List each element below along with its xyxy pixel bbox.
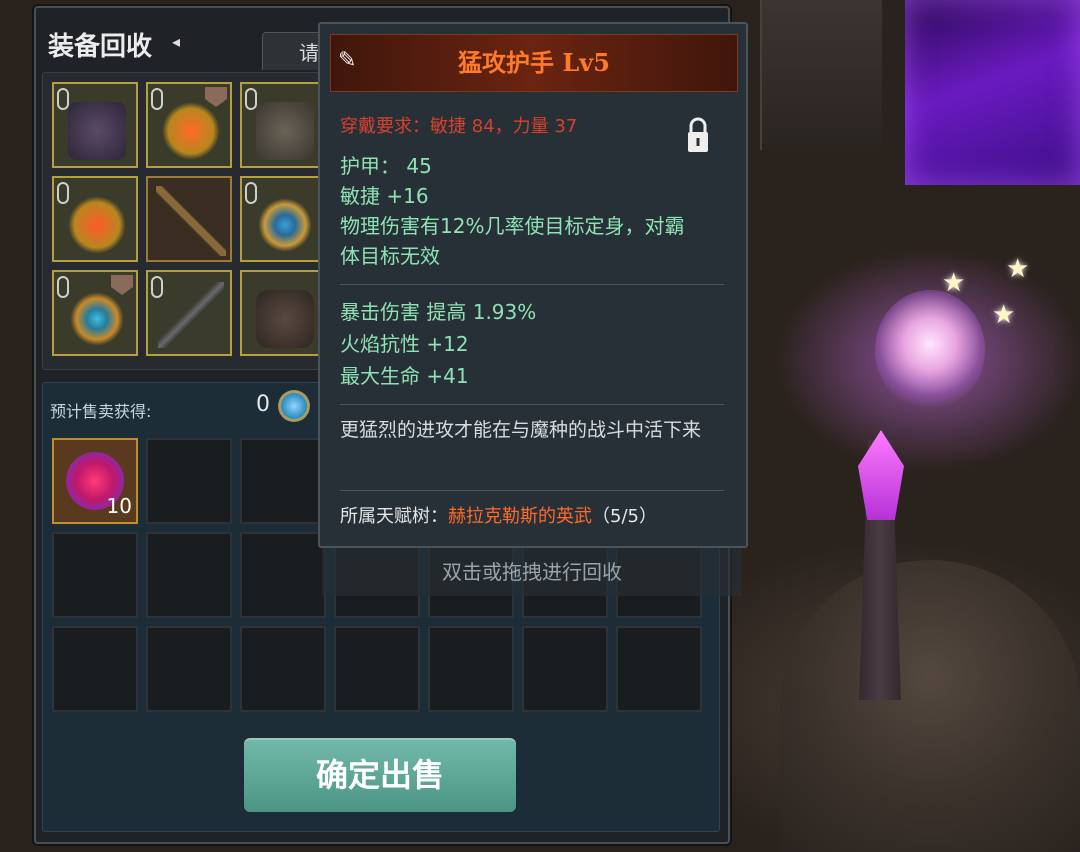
talent-name[interactable]: 赫拉克勒斯的英武: [448, 506, 592, 527]
link-icon: [57, 276, 69, 298]
divider: [340, 490, 724, 491]
star-effect: ★: [942, 268, 966, 298]
arrow-left-icon[interactable]: ◂: [172, 32, 180, 51]
equipment-slot[interactable]: [52, 270, 138, 356]
equipment-slot[interactable]: [146, 82, 232, 168]
stat-line: 物理伤害有12%几率使目标定身，对霸: [340, 214, 685, 238]
equipment-slot[interactable]: [240, 270, 326, 356]
flavor-text: 更猛烈的进攻才能在与魔种的战斗中活下来: [340, 419, 702, 441]
talent-progress: （5/5）: [592, 506, 657, 527]
confirm-sell-button[interactable]: 确定出售: [244, 738, 516, 812]
bonus-stat-line: 暴击伤害 提高 1.93%: [340, 300, 537, 324]
drag-hint: 双击或拖拽进行回收: [322, 548, 742, 596]
link-icon: [245, 88, 257, 110]
divider: [340, 284, 724, 285]
sale-slot[interactable]: [334, 626, 420, 712]
gauntlet-icon: [256, 102, 314, 160]
sale-slot[interactable]: [616, 626, 702, 712]
talent-label: 所属天赋树：: [340, 506, 448, 527]
star-effect: ★: [992, 300, 1016, 330]
altar: [780, 560, 1080, 852]
sale-slot[interactable]: [240, 626, 326, 712]
amulet-icon: [162, 102, 220, 160]
player-character[interactable]: [875, 290, 985, 410]
item-name: 猛攻护手 Lv5: [458, 48, 610, 77]
sale-slot[interactable]: [52, 532, 138, 618]
rank-badge-icon: [111, 275, 133, 295]
ring-icon: [68, 290, 126, 348]
ring-icon: [256, 196, 314, 254]
stone-pillar: [760, 0, 882, 150]
panel-title: 装备回收: [48, 32, 153, 62]
star-effect: ★: [1006, 254, 1030, 284]
sale-slot[interactable]: [146, 438, 232, 524]
equipment-slot[interactable]: [52, 82, 138, 168]
bow-icon: [156, 186, 226, 256]
helmet-icon: [256, 290, 314, 348]
equipment-slot[interactable]: [146, 176, 232, 262]
sale-slot[interactable]: [428, 626, 514, 712]
link-icon: [245, 182, 257, 204]
link-icon: [151, 88, 163, 110]
item-tooltip: [318, 22, 748, 548]
coin-icon: [278, 390, 310, 422]
stat-line: 体目标无效: [340, 244, 440, 268]
sale-slot[interactable]: 10: [52, 438, 138, 524]
requirement-text: 穿戴要求：敏捷 84，力量 37: [340, 116, 578, 137]
bonus-stat-line: 最大生命 +41: [340, 364, 469, 388]
equipment-slot[interactable]: [146, 270, 232, 356]
sale-slot[interactable]: [522, 626, 608, 712]
link-icon: [57, 88, 69, 110]
equipment-slot[interactable]: [240, 82, 326, 168]
sale-label: 预计售卖获得:: [50, 402, 152, 421]
portal: [905, 0, 1080, 185]
stat-line: 护甲： 45: [340, 154, 432, 178]
sale-value: 0: [256, 392, 270, 417]
sword-icon: [158, 282, 224, 348]
equipment-slot[interactable]: [52, 176, 138, 262]
bonus-stat-line: 火焰抗性 +12: [340, 332, 469, 356]
divider: [340, 404, 724, 405]
sale-slot[interactable]: [240, 438, 326, 524]
item-count: 10: [106, 494, 132, 518]
necklace-icon: [68, 196, 126, 254]
sale-slot[interactable]: [240, 532, 326, 618]
stat-line: 敏捷 +16: [340, 184, 429, 208]
rank-badge-icon: [205, 87, 227, 107]
talent-tree-line: 所属天赋树：赫拉克勒斯的英武（5/5）: [340, 502, 657, 528]
link-icon: [57, 182, 69, 204]
equipment-slot[interactable]: [240, 176, 326, 262]
lock-icon[interactable]: [686, 116, 710, 154]
sale-slot[interactable]: [146, 532, 232, 618]
sale-slot[interactable]: [146, 626, 232, 712]
sale-slot[interactable]: [52, 626, 138, 712]
armor-icon: [68, 102, 126, 160]
